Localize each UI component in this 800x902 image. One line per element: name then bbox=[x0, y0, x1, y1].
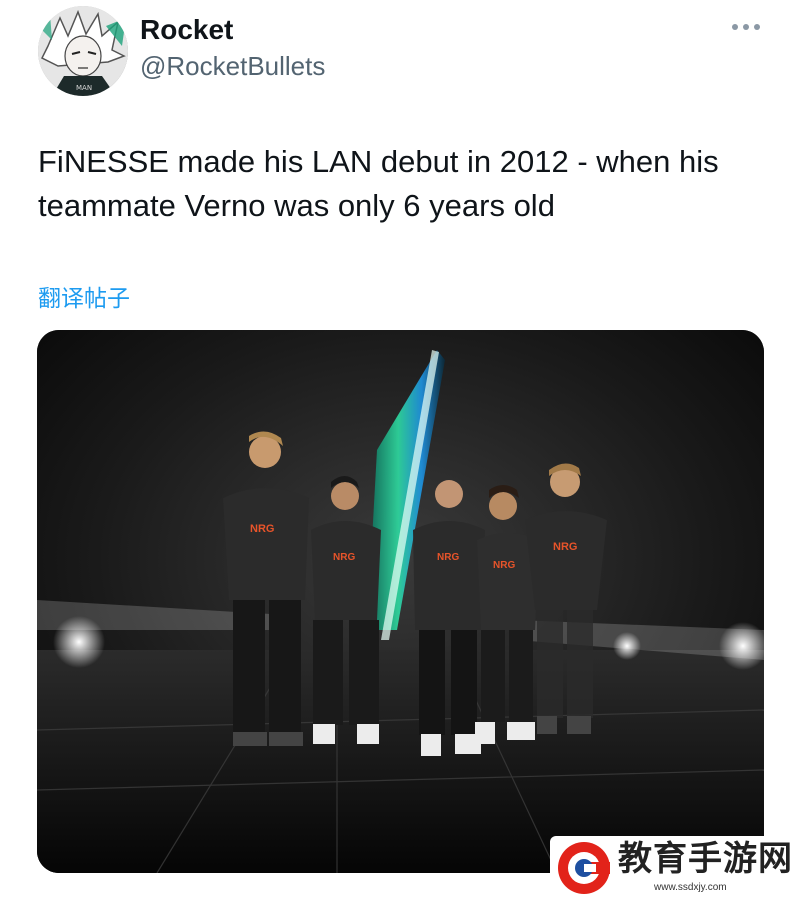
jersey-label: NRG bbox=[333, 552, 355, 563]
team-photo: NRG NRG NRG NRG NRG bbox=[37, 330, 764, 873]
site-logo-icon bbox=[558, 842, 610, 894]
avatar-illustration: MAN bbox=[38, 6, 128, 96]
jersey-label: NRG bbox=[493, 560, 515, 571]
avatar-caption: MAN bbox=[76, 84, 92, 92]
watermark-title: 教育手游网 bbox=[618, 839, 793, 879]
translate-post-link[interactable]: 翻译帖子 bbox=[38, 279, 130, 313]
user-handle[interactable]: @RocketBullets bbox=[140, 51, 325, 82]
site-watermark: 教育手游网 www.ssdxjy.com bbox=[550, 836, 794, 900]
post-text: FiNESSE made his LAN debut in 2012 - whe… bbox=[38, 144, 719, 223]
watermark-url: www.ssdxjy.com bbox=[654, 882, 727, 893]
jersey-label: NRG bbox=[437, 552, 459, 563]
post-header: MAN Rocket @RocketBullets bbox=[38, 6, 768, 96]
jersey-label: NRG bbox=[250, 523, 274, 535]
jersey-label: NRG bbox=[553, 541, 577, 553]
avatar[interactable]: MAN bbox=[38, 6, 128, 96]
display-name[interactable]: Rocket bbox=[140, 14, 233, 46]
more-horizontal-icon[interactable] bbox=[732, 22, 760, 32]
post-media-image[interactable]: NRG NRG NRG NRG NRG bbox=[37, 330, 764, 873]
